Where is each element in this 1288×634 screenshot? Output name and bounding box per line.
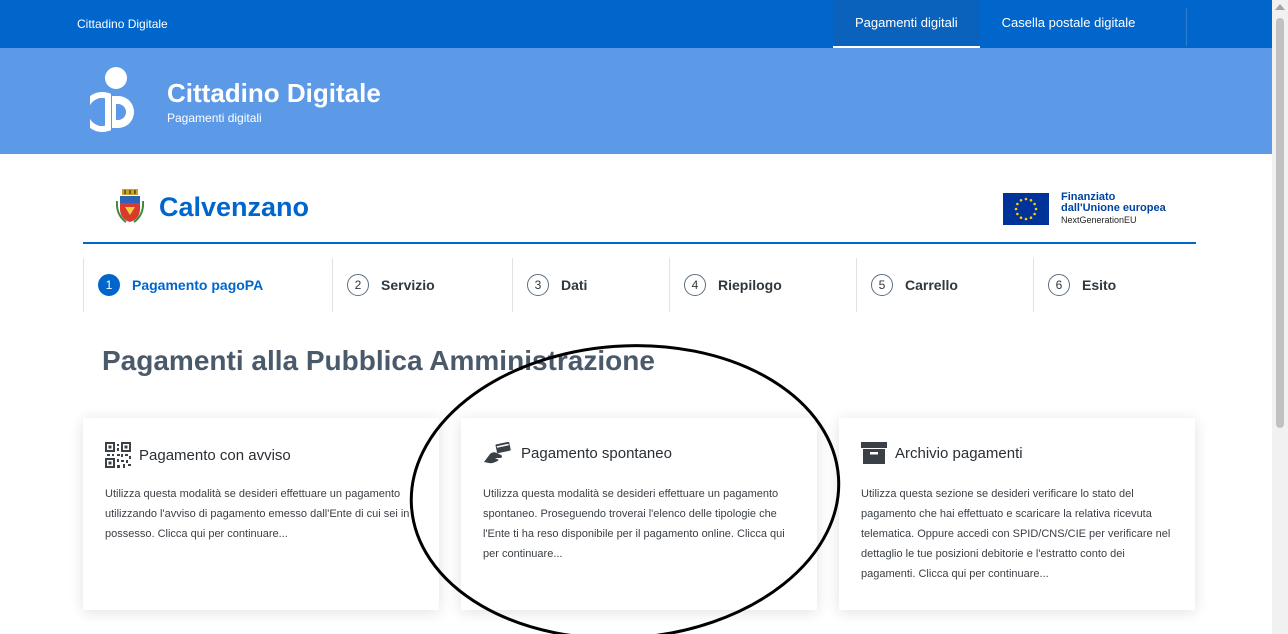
card-description: Utilizza questa modalità se desideri eff… [483,488,785,560]
eu-funding-badge: Finanziato dall'Unione europea NextGener… [1003,192,1166,226]
card-archivio-pagamenti[interactable]: Archivio pagamenti Utilizza questa sezio… [839,418,1195,610]
coat-of-arms-icon [116,189,144,223]
qr-code-icon [105,442,131,468]
step-label: Dati [561,277,588,293]
card-description: Utilizza questa modalità se desideri eff… [105,488,410,540]
step-number: 2 [347,274,369,296]
header-title[interactable]: Cittadino Digitale [167,78,381,109]
nav-pagamenti-digitali[interactable]: Pagamenti digitali [833,0,980,48]
step-esito[interactable]: 6 Esito [1033,258,1196,312]
card-pagamento-con-avviso[interactable]: Pagamento con avviso Utilizza questa mod… [83,418,439,610]
card-title[interactable]: Pagamento spontaneo [521,445,672,462]
scroll-up-arrow-icon[interactable] [1275,4,1285,10]
top-brand-link[interactable]: Cittadino Digitale [77,17,168,31]
card-pagamento-spontaneo[interactable]: Pagamento spontaneo Utilizza questa moda… [461,418,817,610]
progress-steps: 1 Pagamento pagoPA 2 Servizio 3 Dati 4 R… [83,258,1196,312]
vertical-scrollbar[interactable] [1272,0,1288,634]
eu-text-line3: NextGenerationEU [1061,215,1137,225]
entity-name[interactable]: Calvenzano [159,192,309,223]
card-title[interactable]: Archivio pagamenti [895,445,1023,462]
step-servizio[interactable]: 2 Servizio [332,258,512,312]
scrollbar-thumb[interactable] [1276,18,1284,428]
header-subtitle: Pagamenti digitali [167,111,262,125]
cittadino-digitale-logo[interactable] [90,66,136,132]
step-riepilogo[interactable]: 4 Riepilogo [669,258,856,312]
step-number: 1 [98,274,120,296]
top-slim-bar: Cittadino Digitale Pagamenti digitali Ca… [0,0,1272,48]
step-label: Pagamento pagoPA [132,277,264,293]
step-number: 4 [684,274,706,296]
entity-bar: Calvenzano Finanziato dall'Unione europe… [83,176,1196,244]
step-dati[interactable]: 3 Dati [512,258,669,312]
step-carrello[interactable]: 5 Carrello [856,258,1033,312]
card-header: Archivio pagamenti [861,442,1023,464]
nav-casella-postale-digitale[interactable]: Casella postale digitale [980,0,1158,48]
archive-box-icon [861,442,887,464]
card-title[interactable]: Pagamento con avviso [139,447,291,464]
site-header: Cittadino Digitale Pagamenti digitali [0,48,1272,154]
step-label: Carrello [905,277,958,293]
top-nav: Pagamenti digitali Casella postale digit… [833,0,1157,48]
step-label: Servizio [381,277,435,293]
page-title: Pagamenti alla Pubblica Amministrazione [102,345,655,376]
step-number: 5 [871,274,893,296]
step-number: 3 [527,274,549,296]
nav-divider [1186,8,1187,46]
step-label: Esito [1082,277,1117,293]
eu-flag-icon [1003,193,1049,225]
step-label: Riepilogo [718,277,782,293]
card-header: Pagamento spontaneo [483,442,672,464]
eu-text-line2: dall'Unione europea [1061,202,1166,214]
step-number: 6 [1048,274,1070,296]
card-header: Pagamento con avviso [105,442,291,468]
hand-card-icon [484,442,511,464]
card-description: Utilizza questa sezione se desideri veri… [861,488,1171,580]
step-pagamento-pagopa[interactable]: 1 Pagamento pagoPA [83,258,332,312]
